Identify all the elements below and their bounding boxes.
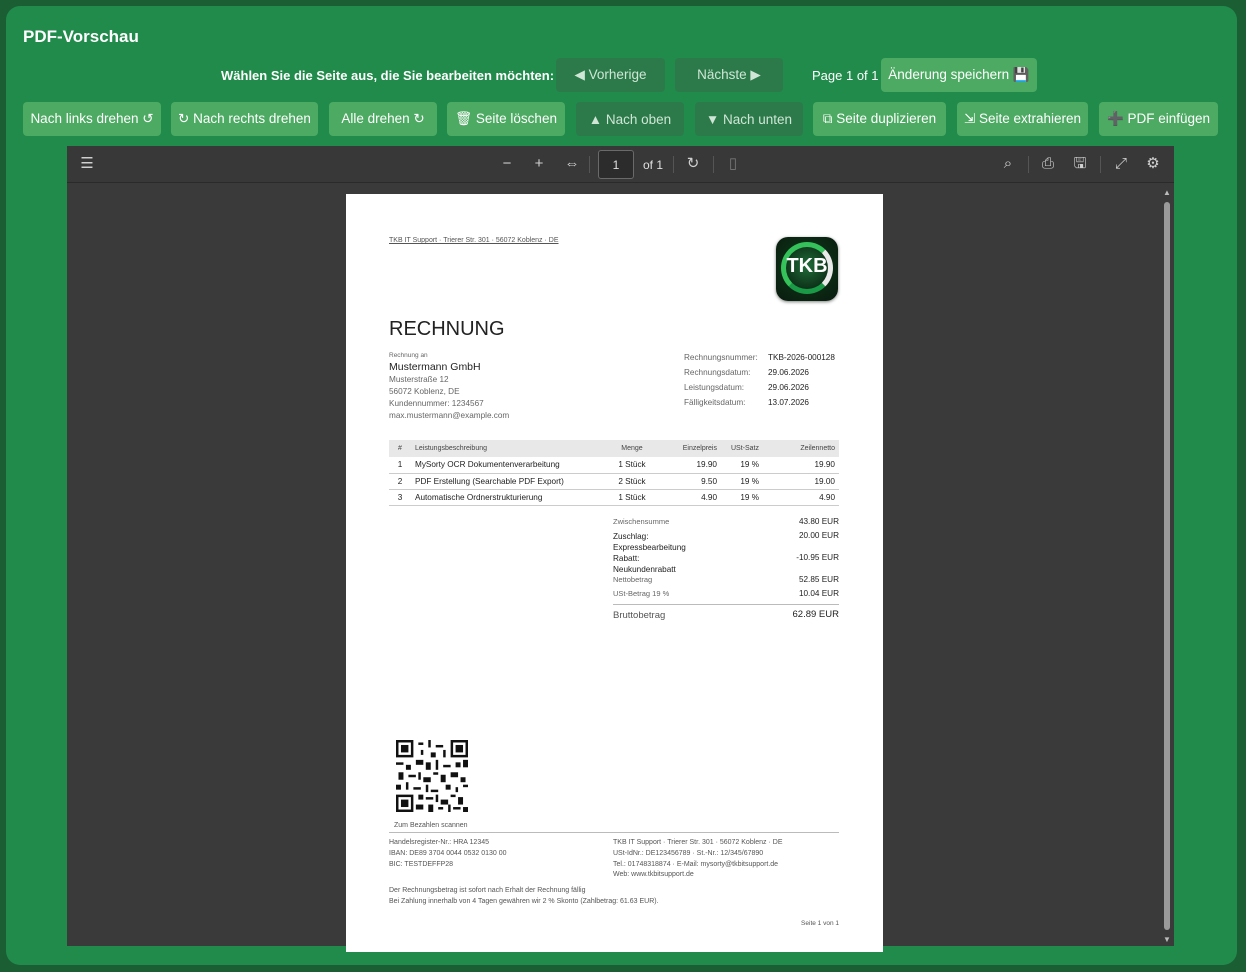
meta-value: 29.06.2026 — [768, 383, 809, 392]
page-number-input[interactable]: 1 — [598, 150, 634, 179]
table-row: 1 MySorty OCR Dokumentenverarbeitung 1 Stü… — [389, 457, 839, 474]
gross-value: 62.89 EUR — [792, 609, 839, 620]
invoice-heading: RECHNUNG — [389, 318, 505, 340]
net-value: 52.85 EUR — [798, 575, 839, 584]
customer-street: Musterstraße 12 — [389, 375, 449, 384]
table-header-row: # Leistungsbeschreibung Menge Einzelprei… — [389, 440, 839, 457]
panel-title: PDF-Vorschau — [23, 27, 139, 46]
discount-desc: Neukundenrabatt — [613, 565, 676, 574]
footer-right-line: Tel.: 01748318874 · E-Mail: mysorty@tkbi… — [613, 861, 779, 868]
surcharge-label: Zuschlag: — [613, 532, 649, 541]
viewer-toolbar: ☰ − + ⇔ 1 of 1 ↻ ▯ ⌕ ⎙ 🖫 ⤢ ⚙ — [67, 146, 1174, 183]
meta-label: Rechnungsnummer: — [684, 353, 758, 362]
move-up-button[interactable]: ▲ Nach oben — [576, 102, 684, 136]
gross-label: Bruttobetrag — [613, 610, 666, 621]
delete-page-button[interactable]: 🗑 Seite löschen — [447, 102, 565, 136]
payment-note: Der Rechnungsbetrag ist sofort nach Erha… — [389, 887, 586, 894]
table-row: 2 PDF Erstellung (Searchable PDF Export) 2… — [389, 473, 839, 490]
save-changes-button[interactable]: Änderung speichern 💾 — [881, 58, 1037, 92]
zoom-out-icon[interactable]: − — [498, 155, 516, 173]
previous-page-button[interactable]: ◀ Vorherige — [556, 58, 665, 92]
zoom-in-icon[interactable]: + — [530, 155, 548, 173]
meta-value: 29.06.2026 — [768, 368, 809, 377]
customer-number: Kundennummer: 1234567 — [389, 399, 484, 408]
table-row: 3 Automatische Ordnerstrukturierung 1 Stüc… — [389, 489, 839, 506]
meta-label: Rechnungsdatum: — [684, 368, 751, 377]
rotate-all-button[interactable]: Alle drehen ↻ — [329, 102, 437, 136]
tkb-logo: TKB — [776, 237, 838, 301]
net-label: Nettobetrag — [613, 575, 653, 584]
extract-page-button[interactable]: ⇲ Seite extrahieren — [957, 102, 1088, 136]
meta-value: TKB-2026-000128 — [768, 353, 835, 362]
spread-icon[interactable]: ▯ — [724, 155, 742, 173]
subtotal-value: 43.80 EUR — [798, 517, 839, 526]
meta-value: 13.07.2026 — [768, 398, 809, 407]
items-table: # Leistungsbeschreibung Menge Einzelprei… — [389, 440, 839, 506]
customer-email: max.mustermann@example.com — [389, 411, 510, 420]
meta-label: Fälligkeitsdatum: — [684, 398, 746, 407]
footer-right-line: TKB IT Support · Trierer Str. 301 · 5607… — [613, 839, 783, 846]
discount-value: -10.95 EUR — [796, 553, 839, 562]
surcharge-value: 20.00 EUR — [798, 531, 839, 540]
fit-width-icon[interactable]: ⇔ — [563, 155, 581, 173]
page-footer: Seite 1 von 1 — [801, 920, 839, 927]
rotate-left-button[interactable]: Nach links drehen ↺ — [23, 102, 161, 136]
footer-left-line: BIC: TESTDEFFP28 — [389, 861, 454, 868]
vat-value: 10.04 EUR — [798, 589, 839, 598]
qr-caption: Zum Bezahlen scannen — [394, 822, 468, 829]
customer-city: 56072 Koblenz, DE — [389, 387, 460, 396]
sidebar-toggle-icon[interactable]: ☰ — [78, 155, 96, 173]
discount-note: Bei Zahlung innerhalb von 4 Tagen gewähr… — [389, 898, 659, 905]
footer-right-line: USt-IdNr.: DE123456789 · St.-Nr.: 12/345… — [613, 850, 764, 857]
payment-qr-code — [396, 740, 468, 812]
rotate-icon[interactable]: ↻ — [684, 155, 702, 173]
duplicate-page-button[interactable]: ⧉ Seite duplizieren — [813, 102, 946, 136]
vat-label: USt-Betrag 19 % — [613, 589, 670, 598]
surcharge-desc: Expressbearbeitung — [613, 543, 686, 552]
discount-label: Rabatt: — [613, 554, 640, 563]
customer-name: Mustermann GmbH — [389, 361, 481, 373]
subtotal-label: Zwischensumme — [613, 517, 670, 526]
page-indicator: Page 1 of 1 — [812, 68, 879, 83]
footer-right-line: Web: www.tkbitsupport.de — [613, 871, 694, 878]
pdf-viewer: ☰ − + ⇔ 1 of 1 ↻ ▯ ⌕ ⎙ 🖫 ⤢ ⚙ ▲ ▼ TKB IT S… — [67, 146, 1174, 952]
footer-left-line: Handelsregister-Nr.: HRA 12345 — [389, 839, 489, 846]
total-pages-label: of 1 — [643, 158, 664, 172]
sender-line: TKB IT Support · Trierer Str. 301 · 5607… — [389, 237, 559, 244]
print-icon[interactable]: ⎙ — [1039, 155, 1057, 173]
settings-icon[interactable]: ⚙ — [1144, 155, 1162, 173]
meta-label: Leistungsdatum: — [684, 383, 745, 392]
search-icon[interactable]: ⌕ — [999, 155, 1017, 173]
viewer-scrollbar[interactable]: ▲ ▼ — [1163, 188, 1171, 944]
pdf-preview-panel: PDF-Vorschau Wählen Sie die Seite aus, d… — [6, 6, 1237, 965]
move-down-button[interactable]: ▼ Nach unten — [695, 102, 803, 136]
bill-to-label: Rechnung an — [389, 352, 428, 359]
page-select-label: Wählen Sie die Seite aus, die Sie bearbe… — [221, 68, 555, 83]
rotate-right-button[interactable]: ↻ Nach rechts drehen — [171, 102, 318, 136]
fullscreen-icon[interactable]: ⤢ — [1112, 155, 1130, 173]
footer-left-line: IBAN: DE89 3704 0044 0532 0130 00 — [389, 850, 507, 857]
save-icon[interactable]: 🖫 — [1071, 155, 1089, 173]
insert-pdf-button[interactable]: ➕ PDF einfügen — [1099, 102, 1218, 136]
pdf-page: TKB IT Support · Trierer Str. 301 · 5607… — [346, 194, 883, 952]
next-page-button[interactable]: Nächste ▶ — [675, 58, 783, 92]
